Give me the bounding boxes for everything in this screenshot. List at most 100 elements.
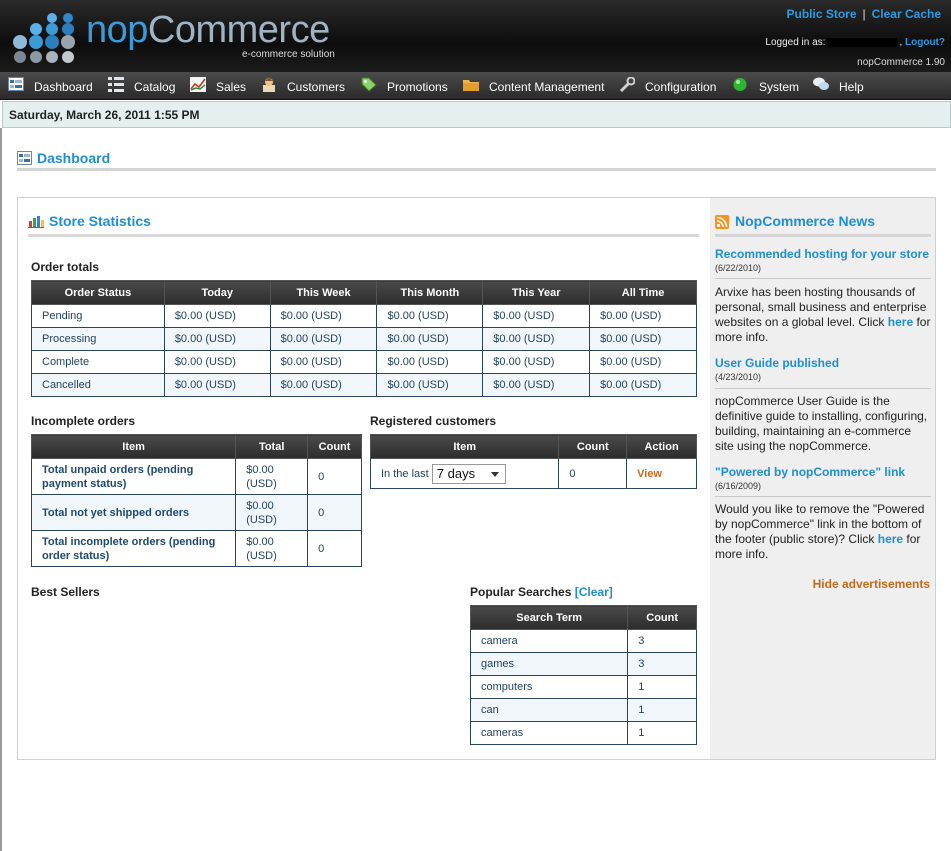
logo-subtitle: e-commerce solution [242, 49, 335, 60]
table-row: In the last 7 days 0 View [369, 458, 697, 489]
chevron-down-icon [490, 471, 499, 477]
folder-icon [463, 80, 479, 91]
nav-item-sales[interactable]: Sales [190, 72, 250, 100]
col-header: This Year [482, 280, 591, 305]
amount-cell: $0.00 (USD) [376, 373, 484, 397]
header-links: Public Store | Clear Cache [786, 7, 941, 21]
col-header: This Month [376, 280, 484, 305]
total-cell: $0.00 (USD) [235, 530, 309, 567]
news-title: NopCommerce News [735, 213, 876, 229]
col-header: Item [30, 434, 237, 459]
news-date: (6/16/2009) [715, 481, 762, 491]
order-status-cell: Complete [31, 350, 165, 374]
search-term-cell: cameras [469, 721, 629, 745]
total-cell: $0.00 (USD) [235, 494, 309, 531]
nav-item-customers[interactable]: Customers [261, 72, 351, 100]
date-bar: Saturday, March 26, 2011 1:55 PM [2, 101, 951, 128]
registered-customers-table: Item Count Action In the last 7 days 0 V… [369, 434, 697, 489]
nav-item-configuration[interactable]: Configuration [619, 72, 723, 100]
amount-cell: $0.00 (USD) [482, 327, 591, 351]
order-status-cell: Pending [31, 304, 165, 328]
table-row: camera 3 [469, 629, 697, 653]
table-row: can 1 [469, 698, 697, 722]
nav-item-system[interactable]: System [733, 72, 803, 100]
promotions-tag-icon [361, 77, 377, 92]
table-row: computers 1 [469, 675, 697, 699]
nav-item-content-management[interactable]: Content Management [463, 72, 609, 100]
news-divider [715, 496, 931, 497]
table-row: Processing $0.00 (USD) $0.00 (USD) $0.00 (U… [31, 327, 697, 351]
nav-item-dashboard[interactable]: Dashboard [8, 72, 98, 100]
amount-cell: $0.00 (USD) [482, 350, 591, 374]
nav-item-help[interactable]: Help [813, 72, 873, 100]
news-body: Would you like to remove the "Powered by… [715, 502, 925, 561]
period-select[interactable]: 7 days [431, 463, 506, 484]
amount-cell: $0.00 (USD) [589, 327, 697, 351]
table-row: Pending $0.00 (USD) $0.00 (USD) $0.00 (USD)… [31, 304, 697, 328]
sales-chart-icon [190, 77, 206, 92]
main-nav: Dashboard Catalog Sales Customers Promot… [0, 72, 951, 100]
col-header: Item [369, 434, 560, 459]
rss-icon [715, 215, 729, 229]
table-row: games 3 [469, 652, 697, 676]
incomplete-item-cell: Total not yet shipped orders [30, 494, 237, 531]
logo-text: nopCommerce [86, 9, 330, 51]
hide-ads-link[interactable]: Hide advertisements [813, 577, 930, 591]
system-status-icon [733, 78, 747, 91]
clear-cache-link[interactable]: Clear Cache [872, 7, 941, 21]
customers-icon [263, 77, 275, 92]
help-chat-icon [813, 77, 829, 90]
amount-cell: $0.00 (USD) [269, 373, 378, 397]
username-redacted [827, 37, 898, 47]
count-cell: 1 [627, 698, 697, 722]
news-divider [715, 234, 931, 237]
col-header: Search Term [469, 605, 629, 630]
order-totals-table: Order Status Today This Week This Month … [31, 280, 697, 397]
news-here-link[interactable]: here [878, 532, 903, 546]
logged-in-label: Logged in as: [765, 37, 826, 48]
unpaid-orders-link[interactable]: Total unpaid orders (pending payment sta… [42, 464, 193, 490]
login-info: Logged in as:, Logout? [765, 37, 945, 48]
total-cell: $0.00 (USD) [235, 458, 309, 495]
best-sellers-title: Best Sellers [31, 585, 100, 599]
news-link-hosting[interactable]: Recommended hosting for your store [715, 247, 929, 261]
amount-cell: $0.00 (USD) [163, 350, 271, 374]
amount-cell: $0.00 (USD) [163, 327, 271, 351]
table-row: cameras 1 [469, 721, 697, 745]
popular-searches-title: Popular Searches [Clear] [470, 585, 613, 599]
table-row: Total incomplete orders (pending order s… [30, 530, 362, 567]
public-store-link[interactable]: Public Store [786, 7, 856, 21]
amount-cell: $0.00 (USD) [482, 373, 591, 397]
stats-divider [28, 234, 699, 237]
amount-cell: $0.00 (USD) [269, 304, 378, 328]
news-here-link[interactable]: here [888, 315, 913, 329]
registered-customers-title: Registered customers [370, 414, 497, 428]
col-header: Total [235, 434, 309, 459]
news-link-powered-by[interactable]: "Powered by nopCommerce" link [715, 465, 905, 479]
order-status-cell: Processing [31, 327, 165, 351]
search-term-cell: camera [469, 629, 629, 653]
not-shipped-orders-link[interactable]: Total not yet shipped orders [42, 507, 189, 519]
table-row: Total not yet shipped orders $0.00 (USD)… [30, 494, 362, 531]
news-link-user-guide[interactable]: User Guide published [715, 356, 839, 370]
nav-item-promotions[interactable]: Promotions [361, 72, 453, 100]
store-statistics-title: Store Statistics [49, 213, 151, 229]
in-the-last-label: In the last [381, 467, 429, 480]
logout-link[interactable]: Logout? [905, 37, 945, 48]
nav-item-catalog[interactable]: Catalog [108, 72, 180, 100]
count-cell: 0 [307, 530, 362, 567]
col-header: Count [558, 434, 628, 459]
amount-cell: $0.00 (USD) [269, 327, 378, 351]
clear-searches-link[interactable]: [Clear] [575, 585, 613, 599]
col-header: Count [307, 434, 362, 459]
amount-cell: $0.00 (USD) [589, 350, 697, 374]
count-cell: 1 [627, 721, 697, 745]
wrench-icon [619, 77, 635, 92]
incomplete-orders-link[interactable]: Total incomplete orders (pending order s… [42, 536, 215, 562]
amount-cell: $0.00 (USD) [376, 327, 484, 351]
news-body: Arvixe has been hosting thousands of per… [715, 285, 931, 344]
count-cell: 3 [627, 652, 697, 676]
view-customers-link[interactable]: View [637, 468, 662, 480]
col-header: This Week [269, 280, 378, 305]
popular-searches-table: Search Term Count camera 3 games 3 computers… [469, 605, 697, 745]
